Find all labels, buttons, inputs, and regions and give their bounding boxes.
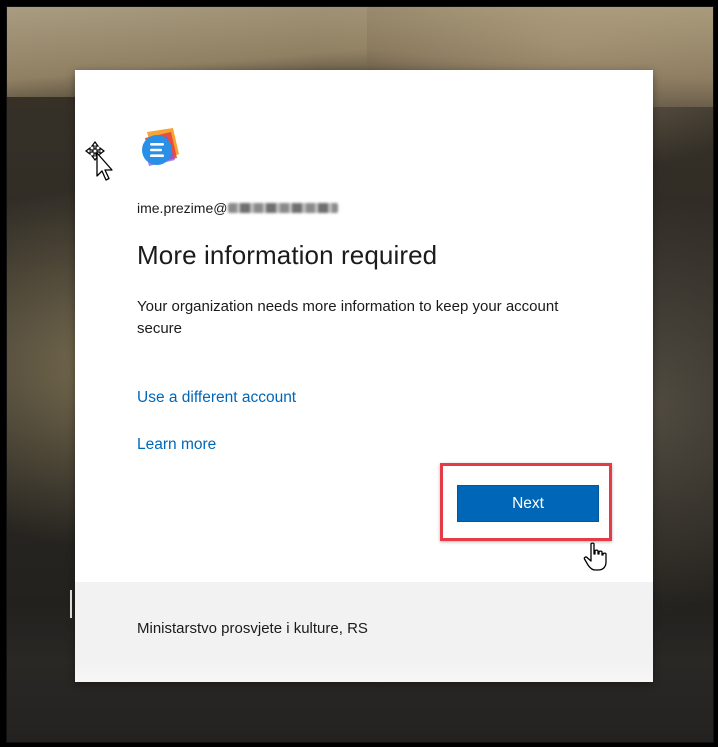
use-different-account-link[interactable]: Use a different account bbox=[137, 389, 296, 407]
redacted-email-domain bbox=[228, 203, 339, 213]
account-email: ime.prezime@ bbox=[137, 198, 339, 218]
app-logo-icon bbox=[142, 128, 179, 166]
window-edge-mark bbox=[70, 590, 72, 618]
move-cursor-icon bbox=[85, 141, 113, 181]
organization-name: Ministarstvo prosvjete i kulture, RS bbox=[137, 620, 368, 637]
description-text: Your organization needs more information… bbox=[137, 298, 559, 337]
email-prefix: ime.prezime@ bbox=[137, 200, 228, 216]
learn-more-link[interactable]: Learn more bbox=[137, 436, 216, 454]
dialog-footer: Ministarstvo prosvjete i kulture, RS bbox=[75, 582, 653, 682]
next-button[interactable]: Next bbox=[457, 485, 599, 522]
sign-in-dialog: ime.prezime@ More information required Y… bbox=[75, 70, 653, 682]
hand-pointer-icon bbox=[583, 542, 607, 571]
page-title: More information required bbox=[137, 240, 438, 270]
